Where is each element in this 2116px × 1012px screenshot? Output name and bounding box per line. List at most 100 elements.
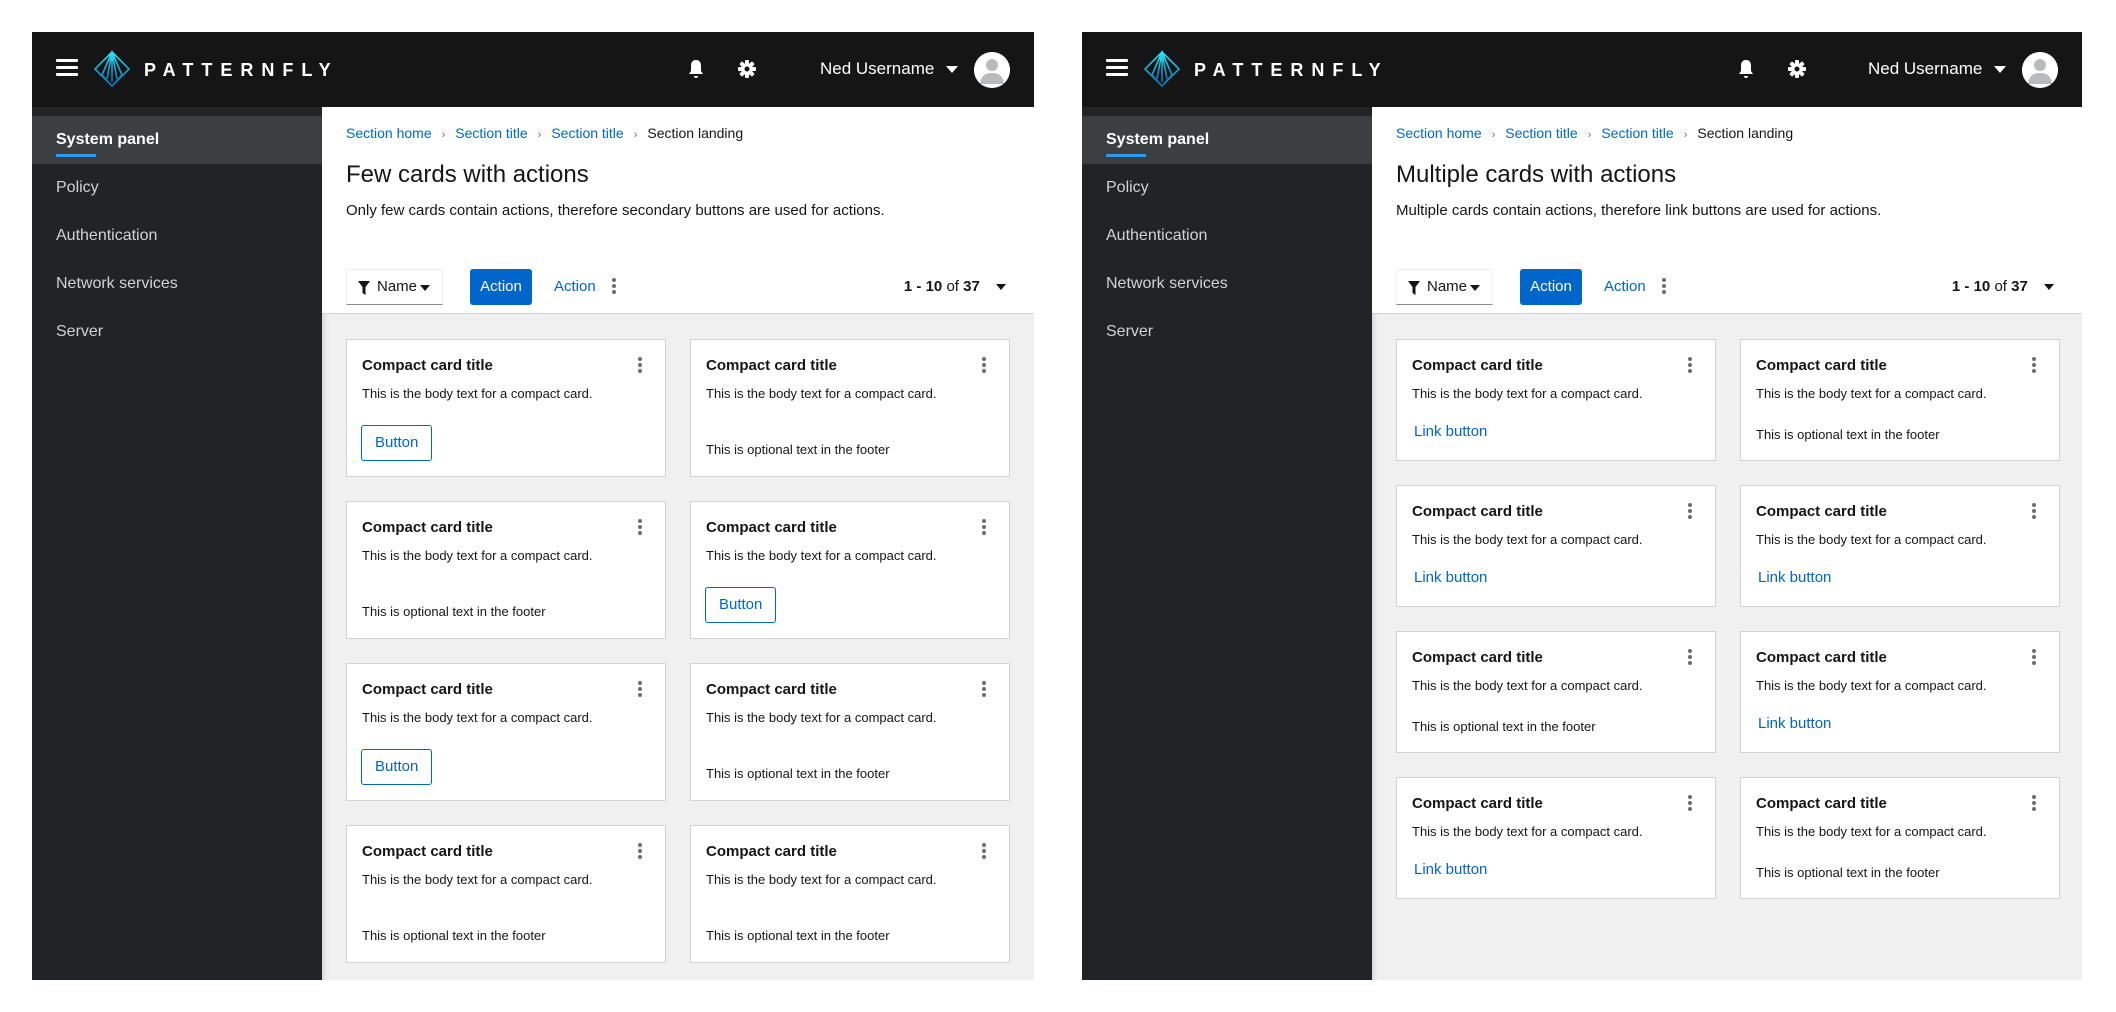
hamburger-icon[interactable]	[1106, 59, 1128, 79]
card-kebab-icon[interactable]	[976, 519, 992, 539]
sidebar-item-network-services[interactable]: Network services	[32, 260, 322, 308]
card-body: This is the body text for a compact card…	[706, 386, 937, 401]
card-link-button[interactable]: Link button	[1414, 568, 1487, 588]
card-kebab-icon[interactable]	[976, 681, 992, 701]
toolbar: Name Action Action 1 - 10 of 37	[1372, 246, 2082, 314]
sidebar-item-policy[interactable]: Policy	[32, 164, 322, 212]
card-footer-text: This is optional text in the footer	[362, 928, 546, 943]
card-body: This is the body text for a compact card…	[1756, 678, 1987, 693]
pagination-toggle[interactable]: 1 - 10 of 37	[904, 269, 1006, 305]
sidebar-item-authentication[interactable]: Authentication	[1082, 212, 1372, 260]
card-kebab-icon[interactable]	[2026, 795, 2042, 815]
compact-card: Compact card title This is the body text …	[346, 501, 666, 639]
user-avatar-icon[interactable]	[974, 52, 1010, 88]
panel-multiple-cards-with-actions: PATTERNFLY Ned Username System panel Poli…	[1082, 32, 2082, 980]
card-kebab-icon[interactable]	[2026, 357, 2042, 377]
sidebar-item-system-panel[interactable]: System panel	[32, 116, 322, 164]
card-secondary-button[interactable]: Button	[361, 425, 433, 461]
breadcrumb-link[interactable]: Section title	[1601, 125, 1673, 141]
card-kebab-icon[interactable]	[632, 843, 648, 863]
card-title: Compact card title	[1756, 649, 1887, 666]
brand-wordmark: PATTERNFLY	[144, 60, 339, 80]
bell-icon[interactable]	[685, 58, 707, 80]
card-link-button[interactable]: Link button	[1758, 714, 1831, 734]
filter-label: Name	[1427, 278, 1468, 295]
card-body: This is the body text for a compact card…	[1756, 532, 1987, 547]
link-action-button[interactable]: Action	[544, 269, 606, 305]
user-menu-toggle[interactable]: Ned Username	[820, 58, 959, 80]
sidebar-item-network-services[interactable]: Network services	[1082, 260, 1372, 308]
card-kebab-icon[interactable]	[2026, 503, 2042, 523]
patternfly-logo-icon	[93, 49, 131, 88]
compact-card: Compact card title This is the body text …	[1740, 485, 2060, 607]
card-kebab-icon[interactable]	[2026, 649, 2042, 669]
card-kebab-icon[interactable]	[976, 357, 992, 377]
card-body: This is the body text for a compact card…	[1412, 386, 1643, 401]
sidebar-item-policy[interactable]: Policy	[1082, 164, 1372, 212]
card-kebab-icon[interactable]	[976, 843, 992, 863]
sidebar-item-system-panel[interactable]: System panel	[1082, 116, 1372, 164]
card-body: This is the body text for a compact card…	[1412, 678, 1643, 693]
page-description: Multiple cards contain actions, therefor…	[1396, 202, 1882, 219]
gear-icon[interactable]	[736, 58, 758, 80]
sidebar-nav: System panel Policy Authentication Network …	[1082, 107, 1372, 980]
gear-icon[interactable]	[1786, 58, 1808, 80]
sidebar-item-authentication[interactable]: Authentication	[32, 212, 322, 260]
brand-wordmark: PATTERNFLY	[1194, 60, 1389, 80]
kebab-vertical-icon[interactable]	[606, 278, 622, 298]
caret-down-icon	[2044, 284, 2054, 291]
user-menu-toggle[interactable]: Ned Username	[1868, 58, 2007, 80]
link-action-button[interactable]: Action	[1594, 269, 1656, 305]
card-grid: Compact card title This is the body text …	[346, 339, 1010, 963]
sidebar-item-server[interactable]: Server	[32, 308, 322, 356]
page-header: Section home › Section title › Section title…	[322, 107, 1034, 246]
compact-card: Compact card title This is the body text …	[690, 339, 1010, 477]
card-kebab-icon[interactable]	[632, 681, 648, 701]
primary-action-button[interactable]: Action	[470, 269, 532, 305]
pagination-toggle[interactable]: 1 - 10 of 37	[1952, 269, 2054, 305]
card-kebab-icon[interactable]	[1682, 795, 1698, 815]
breadcrumb-link[interactable]: Section title	[455, 125, 527, 141]
filter-dropdown[interactable]: Name	[346, 269, 443, 305]
main-content: Section home › Section title › Section title…	[322, 107, 1034, 980]
card-kebab-icon[interactable]	[1682, 649, 1698, 669]
caret-down-icon	[420, 285, 430, 291]
card-body: This is the body text for a compact card…	[1412, 532, 1643, 547]
card-kebab-icon[interactable]	[632, 357, 648, 377]
card-title: Compact card title	[1756, 795, 1887, 812]
card-secondary-button[interactable]: Button	[705, 587, 777, 623]
card-secondary-button[interactable]: Button	[361, 749, 433, 785]
card-body: This is the body text for a compact card…	[362, 386, 593, 401]
hamburger-icon[interactable]	[56, 59, 78, 79]
card-kebab-icon[interactable]	[632, 519, 648, 539]
breadcrumb: Section home › Section title › Section title…	[1396, 124, 1793, 144]
filter-dropdown[interactable]: Name	[1396, 269, 1493, 305]
primary-action-button[interactable]: Action	[1520, 269, 1582, 305]
user-avatar-icon[interactable]	[2022, 52, 2058, 88]
kebab-vertical-icon[interactable]	[1656, 278, 1672, 298]
card-kebab-icon[interactable]	[1682, 357, 1698, 377]
card-body: This is the body text for a compact card…	[362, 548, 593, 563]
bell-icon[interactable]	[1735, 58, 1757, 80]
chevron-right-icon: ›	[1491, 129, 1496, 141]
username: Ned Username	[1868, 59, 1983, 78]
sidebar-item-server[interactable]: Server	[1082, 308, 1372, 356]
breadcrumb-link[interactable]: Section title	[1505, 125, 1577, 141]
card-body: This is the body text for a compact card…	[1756, 824, 1987, 839]
card-title: Compact card title	[706, 681, 837, 698]
page-description: Only few cards contain actions, therefor…	[346, 202, 885, 219]
chevron-right-icon: ›	[537, 129, 542, 141]
breadcrumb-link[interactable]: Section home	[1396, 125, 1482, 141]
card-link-button[interactable]: Link button	[1414, 860, 1487, 880]
card-kebab-icon[interactable]	[1682, 503, 1698, 523]
sidebar-nav: System panel Policy Authentication Network …	[32, 107, 322, 980]
card-body: This is the body text for a compact card…	[706, 872, 937, 887]
breadcrumb-link[interactable]: Section home	[346, 125, 432, 141]
card-link-button[interactable]: Link button	[1758, 568, 1831, 588]
breadcrumb-current: Section landing	[647, 125, 744, 141]
card-title: Compact card title	[1412, 649, 1543, 666]
compact-card: Compact card title This is the body text …	[1740, 631, 2060, 753]
card-link-button[interactable]: Link button	[1414, 422, 1487, 442]
breadcrumb-link[interactable]: Section title	[551, 125, 623, 141]
chevron-right-icon: ›	[441, 129, 446, 141]
